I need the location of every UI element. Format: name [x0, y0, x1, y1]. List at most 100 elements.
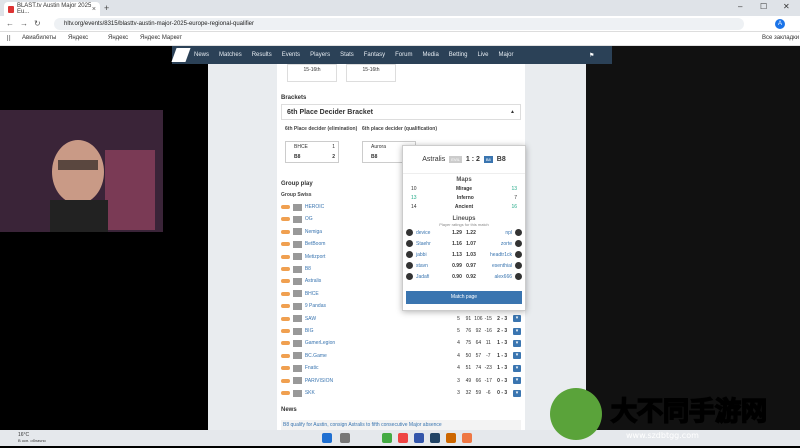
- player-avatar: [515, 262, 522, 269]
- file-explorer-icon[interactable]: [382, 433, 392, 443]
- team-name[interactable]: SKK: [305, 390, 454, 396]
- nav-forum[interactable]: Forum: [395, 52, 412, 58]
- new-tab-icon[interactable]: +: [104, 3, 109, 13]
- right-overlay: ⚑: [586, 46, 800, 430]
- bookmark-1[interactable]: Авиабилеты: [22, 35, 56, 41]
- popup-tag1: EVIL: [449, 156, 462, 163]
- window-close-icon[interactable]: ✕: [783, 2, 790, 11]
- team-name[interactable]: SAW: [305, 316, 454, 322]
- nav-matches[interactable]: Matches: [219, 52, 242, 58]
- reload-icon[interactable]: ↻: [34, 19, 41, 28]
- team-name[interactable]: GamerLegion: [305, 340, 454, 346]
- weather-desc: В осн. облачно: [18, 438, 46, 443]
- login-area[interactable]: ⚑: [586, 46, 612, 64]
- team-name[interactable]: Fnatic: [305, 365, 454, 371]
- chrome-icon[interactable]: [398, 433, 408, 443]
- col-b: 76: [465, 328, 472, 334]
- maps-title: Maps: [456, 177, 472, 183]
- player-a[interactable]: stavn: [413, 263, 443, 269]
- bracket-title[interactable]: 6th Place Decider Bracket ▲: [281, 104, 521, 120]
- player-a[interactable]: jabbi: [413, 252, 443, 258]
- expand-icon[interactable]: ▾: [513, 364, 522, 372]
- team-logo-icon: [292, 203, 302, 211]
- app-icon[interactable]: [446, 433, 456, 443]
- expand-icon[interactable]: ▾: [513, 315, 522, 323]
- team-logo-icon: [292, 327, 302, 335]
- top-card-b: 15-16th: [346, 64, 396, 82]
- close-tab-icon[interactable]: ×: [92, 6, 96, 13]
- player-b[interactable]: npl: [485, 230, 515, 236]
- map-name: Ancient: [454, 204, 474, 210]
- forward-icon[interactable]: →: [20, 19, 28, 28]
- expand-icon[interactable]: ▾: [513, 327, 522, 335]
- back-icon[interactable]: ←: [6, 19, 14, 28]
- player-a[interactable]: Staehr: [413, 241, 443, 247]
- nav-betting[interactable]: Betting: [449, 52, 468, 58]
- match-page-button[interactable]: Match page: [406, 291, 522, 304]
- col-d: -23: [484, 365, 492, 372]
- col-d: -16: [484, 328, 492, 334]
- group-row[interactable]: GamerLegion 4 75 64 11 1 - 3 ▾: [281, 337, 522, 349]
- bookmark-4[interactable]: Яндекс Маркет: [140, 35, 182, 41]
- player-b[interactable]: headtr1ck: [485, 252, 515, 258]
- team-name[interactable]: BIG: [305, 328, 454, 334]
- all-bookmarks[interactable]: Все закладки: [762, 35, 799, 41]
- group-row[interactable]: SKK 3 32 59 -6 0 - 3 ▾: [281, 387, 522, 399]
- placement-b: 15-16th: [362, 67, 380, 73]
- elim-match[interactable]: BHCE 1 B8 2: [285, 141, 339, 163]
- nav-fantasy[interactable]: Fantasy: [364, 52, 385, 58]
- player-a[interactable]: Jadafi: [413, 274, 443, 280]
- player-b[interactable]: esenthial: [485, 263, 515, 269]
- record: 1 - 3: [497, 352, 508, 359]
- bookmark-2[interactable]: Яндекс: [68, 35, 88, 41]
- apps-grid-icon[interactable]: ⠿: [6, 35, 11, 43]
- rating-b: 0.92: [466, 273, 476, 280]
- news-link[interactable]: B8 qualify for Austin, consign Astralis …: [281, 420, 521, 430]
- popup-team2[interactable]: B8: [497, 156, 506, 163]
- tab-active[interactable]: BLAST.tv Austin Major 2025 Eu... ×: [4, 2, 100, 16]
- nav-media[interactable]: Media: [422, 52, 438, 58]
- nav-live[interactable]: Live: [477, 52, 488, 58]
- expand-icon[interactable]: ▾: [513, 389, 522, 397]
- expand-icon[interactable]: ▾: [513, 339, 522, 347]
- expand-icon[interactable]: ▾: [513, 352, 522, 360]
- nav-events[interactable]: Events: [282, 52, 300, 58]
- map-name: Mirage: [455, 186, 473, 192]
- group-row[interactable]: SAW 5 91 106 -15 2 - 3 ▾: [281, 313, 522, 325]
- nav-results[interactable]: Results: [252, 52, 272, 58]
- rank-badge: [281, 291, 290, 296]
- player-a[interactable]: device: [413, 230, 443, 236]
- group-row[interactable]: BIG 5 76 92 -16 2 - 3 ▾: [281, 325, 522, 337]
- col-a: 4: [457, 352, 460, 359]
- player-b[interactable]: alex666: [485, 274, 515, 280]
- browser-icon[interactable]: [462, 433, 472, 443]
- edge-icon[interactable]: [414, 433, 424, 443]
- player-b[interactable]: zorte: [485, 241, 515, 247]
- col-a: 3: [457, 377, 460, 384]
- group-row[interactable]: BC.Game 4 50 57 -7 1 - 3 ▾: [281, 350, 522, 362]
- start-icon[interactable]: [322, 433, 332, 443]
- nav-major[interactable]: Major: [499, 52, 514, 58]
- nav-players[interactable]: Players: [310, 52, 330, 58]
- collapse-icon[interactable]: ▲: [510, 109, 515, 115]
- steam-icon[interactable]: [430, 433, 440, 443]
- nav-news[interactable]: News: [194, 52, 209, 58]
- popup-team1[interactable]: Astralis: [422, 156, 445, 163]
- group-row[interactable]: Fnatic 4 51 74 -23 1 - 3 ▾: [281, 362, 522, 374]
- rank-badge: [281, 217, 290, 222]
- lineup-row: Jadafi 0.90 0.92 alex666: [403, 271, 525, 282]
- minimize-icon[interactable]: –: [738, 2, 742, 11]
- search-icon[interactable]: [340, 433, 350, 443]
- nav-stats[interactable]: Stats: [340, 52, 354, 58]
- maximize-icon[interactable]: ☐: [760, 2, 767, 11]
- bookmark-3[interactable]: Яндекс: [108, 35, 128, 41]
- group-row[interactable]: PARIVISION 3 49 66 -17 0 - 3 ▾: [281, 375, 522, 387]
- team-name[interactable]: BC.Game: [305, 353, 454, 359]
- profile-avatar[interactable]: A: [775, 19, 785, 29]
- hltv-logo[interactable]: [171, 48, 191, 62]
- col-b: 91: [465, 315, 472, 322]
- team-name[interactable]: PARIVISION: [305, 378, 454, 384]
- team-logo-icon: [292, 364, 302, 372]
- url-input[interactable]: hltv.org/events/8315/blasttv-austin-majo…: [54, 18, 744, 30]
- expand-icon[interactable]: ▾: [513, 377, 522, 385]
